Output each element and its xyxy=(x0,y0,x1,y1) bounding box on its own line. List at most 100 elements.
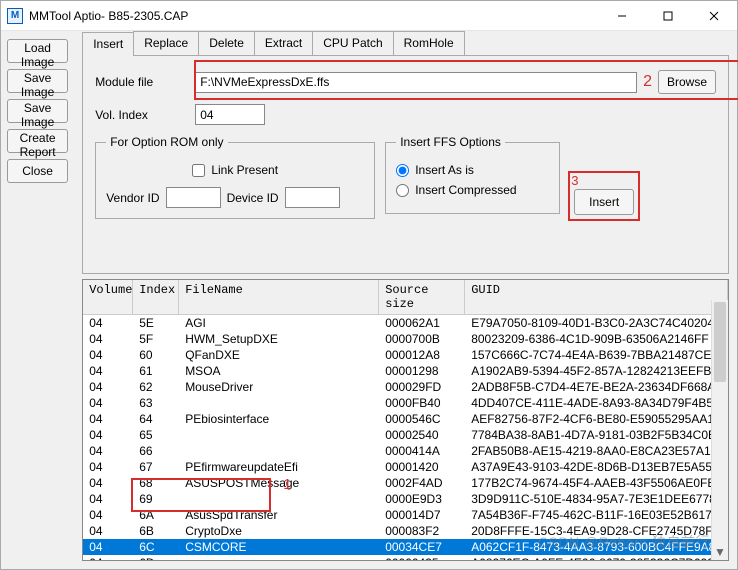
table-row[interactable]: 045FHWM_SetupDXE0000700B80023209-6386-4C… xyxy=(83,331,728,347)
vendor-id-label: Vendor ID xyxy=(106,191,159,205)
insert-button[interactable]: Insert xyxy=(574,189,634,215)
insert-compressed-radio[interactable] xyxy=(396,184,409,197)
module-file-input[interactable] xyxy=(195,72,637,93)
table-cell: 04 xyxy=(83,444,133,458)
table-cell: 04 xyxy=(83,396,133,410)
table-cell: 7A54B36F-F745-462C-B11F-16E03E52B617 xyxy=(465,508,728,522)
maximize-button[interactable] xyxy=(645,1,691,30)
vol-index-input[interactable] xyxy=(195,104,265,125)
table-cell: PEbiosinterface xyxy=(179,412,379,426)
table-cell: 04 xyxy=(83,428,133,442)
option-rom-legend: For Option ROM only xyxy=(106,135,227,149)
browse-button[interactable]: Browse xyxy=(658,70,716,94)
table-cell: MSOA xyxy=(179,364,379,378)
table-cell: 61 xyxy=(133,364,179,378)
column-header[interactable]: FileName xyxy=(179,280,379,314)
table-cell: AsusSpdTransfer xyxy=(179,508,379,522)
column-header[interactable]: Volume xyxy=(83,280,133,314)
tab-extract[interactable]: Extract xyxy=(254,31,313,55)
table-row[interactable]: 0462MouseDriver000029FD2ADB8F5B-C7D4-4E7… xyxy=(83,379,728,395)
vendor-id-input[interactable] xyxy=(166,187,221,208)
option-rom-group: For Option ROM only Link Present Vendor … xyxy=(95,135,375,219)
table-cell: 63 xyxy=(133,396,179,410)
content: Load Image Save Image Save Image as.. Cr… xyxy=(1,31,737,569)
table-cell: AEF82756-87F2-4CF6-BE80-E59055295AA1 xyxy=(465,412,728,426)
table-row[interactable]: 0461MSOA00001298A1902AB9-5394-45F2-857A-… xyxy=(83,363,728,379)
table-cell: 68 xyxy=(133,476,179,490)
tab-delete[interactable]: Delete xyxy=(198,31,255,55)
column-header[interactable]: Index xyxy=(133,280,179,314)
tab-replace[interactable]: Replace xyxy=(133,31,199,55)
table-cell: 04 xyxy=(83,508,133,522)
table-cell: 6A xyxy=(133,508,179,522)
table-cell: 04 xyxy=(83,380,133,394)
table-cell: A37A9E43-9103-42DE-8D6B-D13EB7E5A55A xyxy=(465,460,728,474)
link-present-checkbox[interactable] xyxy=(192,164,205,177)
table-row[interactable]: 0465000025407784BA38-8AB1-4D7A-9181-03B2… xyxy=(83,427,728,443)
save-image-as-button[interactable]: Save Image as.. xyxy=(7,99,68,123)
table-cell: 2ADB8F5B-C7D4-4E7E-BE2A-23634DF668A1 xyxy=(465,380,728,394)
vertical-scrollbar[interactable]: ▲ ▼ xyxy=(711,300,728,560)
tab-romhole[interactable]: RomHole xyxy=(393,31,465,55)
table-cell: 64 xyxy=(133,412,179,426)
table-cell: 5F xyxy=(133,332,179,346)
table-cell: 00001420 xyxy=(379,460,465,474)
table-cell: 3D9D911C-510E-4834-95A7-7E3E1DEE6778 xyxy=(465,492,728,506)
table-cell: 000014D7 xyxy=(379,508,465,522)
table-cell: 04 xyxy=(83,492,133,506)
table-cell: 20D8FFFE-15C3-4EA9-9D28-CFE2745D78F3 xyxy=(465,524,728,538)
table-body: 045EAGI000062A1E79A7050-8109-40D1-B3C0-2… xyxy=(83,315,728,561)
create-report-button[interactable]: Create Report xyxy=(7,129,68,153)
vol-index-label: Vol. Index xyxy=(95,108,195,122)
table-cell: 00034CE7 xyxy=(379,540,465,554)
minimize-button[interactable] xyxy=(599,1,645,30)
table-cell: 4DD407CE-411E-4ADE-8A93-8A34D79F4B52 xyxy=(465,396,728,410)
device-id-input[interactable] xyxy=(285,187,340,208)
tab-insert[interactable]: Insert xyxy=(82,32,134,56)
table-row[interactable]: 046CCSMCORE00034CE7A062CF1F-8473-4AA3-87… xyxy=(83,539,728,555)
insert-as-is-radio[interactable] xyxy=(396,164,409,177)
table-row[interactable]: 0468ASUSPOSTMessage0002F4AD177B2C74-9674… xyxy=(83,475,728,491)
table-cell: 0000700B xyxy=(379,332,465,346)
table-cell: A08276EC-A0FE-4E06-8670-385336C7D093 xyxy=(465,556,728,561)
close-button[interactable] xyxy=(691,1,737,30)
table-row[interactable]: 0460QFanDXE000012A8157C666C-7C74-4E4A-B6… xyxy=(83,347,728,363)
table-cell: 000029FD xyxy=(379,380,465,394)
table-cell: 00001298 xyxy=(379,364,465,378)
table-cell: 00002540 xyxy=(379,428,465,442)
table-cell: 04 xyxy=(83,476,133,490)
table-cell: 00000435 xyxy=(379,556,465,561)
table-row[interactable]: 0467PEfirmwareupdateEfi00001420A37A9E43-… xyxy=(83,459,728,475)
table-cell: 000083F2 xyxy=(379,524,465,538)
table-cell: 0000546C xyxy=(379,412,465,426)
table-row[interactable]: 0464PEbiosinterface0000546CAEF82756-87F2… xyxy=(83,411,728,427)
table-cell: 04 xyxy=(83,540,133,554)
scroll-thumb[interactable] xyxy=(714,302,726,382)
table-cell: 69 xyxy=(133,492,179,506)
table-cell: 04 xyxy=(83,348,133,362)
table-row[interactable]: 046AAsusSpdTransfer000014D77A54B36F-F745… xyxy=(83,507,728,523)
scroll-down-icon[interactable]: ▼ xyxy=(712,543,728,560)
table-cell: 60 xyxy=(133,348,179,362)
annotation-3: 3 xyxy=(571,173,578,188)
table-row[interactable]: 046D00000435A08276EC-A0FE-4E06-8670-3853… xyxy=(83,555,728,561)
table-cell: 0002F4AD xyxy=(379,476,465,490)
table-row[interactable]: 04630000FB404DD407CE-411E-4ADE-8A93-8A34… xyxy=(83,395,728,411)
tab-cpu-patch[interactable]: CPU Patch xyxy=(312,31,393,55)
load-image-button[interactable]: Load Image xyxy=(7,39,68,63)
module-file-label: Module file xyxy=(95,75,195,89)
table-row[interactable]: 046BCryptoDxe000083F220D8FFFE-15C3-4EA9-… xyxy=(83,523,728,539)
close-file-button[interactable]: Close xyxy=(7,159,68,183)
table-cell: 2FAB50B8-AE15-4219-8AA0-E8CA23E57A1E xyxy=(465,444,728,458)
column-header[interactable]: GUID xyxy=(465,280,728,314)
titlebar: M MMTool Aptio- B85-2305.CAP xyxy=(1,1,737,31)
table-row[interactable]: 04660000414A2FAB50B8-AE15-4219-8AA0-E8CA… xyxy=(83,443,728,459)
column-header[interactable]: Source size xyxy=(379,280,465,314)
table-row[interactable]: 0469 0000E9D33D9D911C-510E-4834-95A7-7E3E… xyxy=(83,491,728,507)
table-cell: 04 xyxy=(83,316,133,330)
table-cell: 0000E9D3 xyxy=(379,492,465,506)
save-image-button[interactable]: Save Image xyxy=(7,69,68,93)
table-cell: 80023209-6386-4C1D-909B-63506A2146FF xyxy=(465,332,728,346)
table-cell: 04 xyxy=(83,332,133,346)
table-row[interactable]: 045EAGI000062A1E79A7050-8109-40D1-B3C0-2… xyxy=(83,315,728,331)
